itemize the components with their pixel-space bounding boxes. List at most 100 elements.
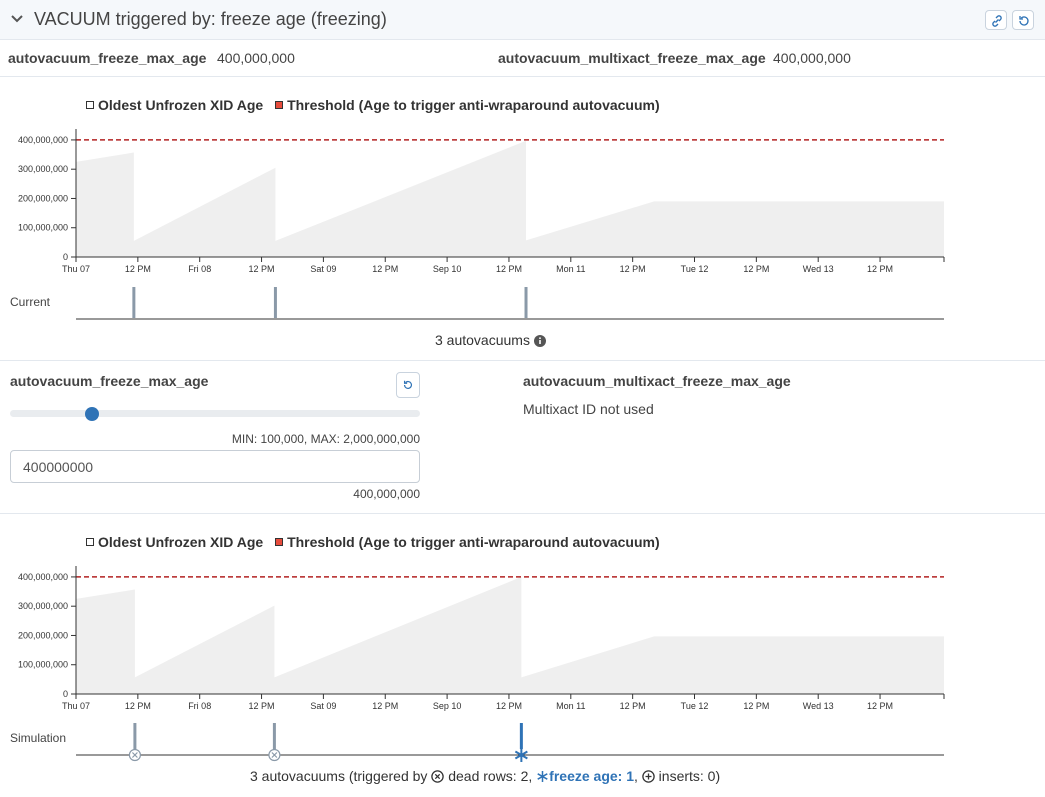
- legend-item-xid-age[interactable]: Oldest Unfrozen XID Age: [86, 534, 263, 550]
- inserts-icon: [642, 770, 655, 783]
- xid-age-chart-simulation: 0 100,000,000 200,000,000 300,000,000 400,00…: [10, 566, 945, 762]
- link-icon: [992, 15, 1002, 27]
- x-tick-label: Sat 09: [310, 264, 336, 274]
- y-tick-label: 0: [63, 689, 68, 699]
- x-tick-label: Tue 12: [681, 701, 709, 711]
- reset-icon: [403, 380, 412, 389]
- inserts-count: inserts: 0): [658, 768, 721, 784]
- y-tick-label: 300,000,000: [18, 601, 68, 611]
- dead-rows-icon: [128, 748, 141, 762]
- freeze-setting-label: autovacuum_freeze_max_age: [10, 373, 209, 389]
- params-row: autovacuum_freeze_max_age 400,000,000 au…: [0, 40, 1045, 77]
- section-header: VACUUM triggered by: freeze age (freezin…: [0, 0, 1045, 40]
- x-tick-label: Sat 09: [310, 701, 336, 711]
- dead-rows-icon: [431, 770, 445, 783]
- x-tick-label: 12 PM: [249, 264, 275, 274]
- simulation-autovacuum-summary: 3 autovacuums (triggered by dead rows: 2…: [250, 768, 720, 784]
- freeze-age-input[interactable]: [10, 450, 420, 483]
- xid-age-chart-current: 0 100,000,000 200,000,000 300,000,000 400,00…: [10, 129, 945, 320]
- x-tick-label: 12 PM: [496, 701, 522, 711]
- legend-swatch: [86, 101, 94, 110]
- info-icon[interactable]: [533, 335, 546, 347]
- y-tick-label: 200,000,000: [18, 630, 68, 640]
- x-tick-label: 12 PM: [372, 701, 398, 711]
- autovacuum-marker: [524, 287, 528, 318]
- separator: ,: [634, 768, 638, 784]
- section-title: VACUUM triggered by: freeze age (freezin…: [34, 9, 387, 29]
- x-tick-label: 12 PM: [125, 701, 151, 711]
- y-tick-label: 200,000,000: [18, 193, 68, 203]
- autovacuum-row-label: Current: [10, 295, 51, 309]
- xid-age-area: [76, 140, 944, 257]
- summary-text: 3 autovacuums: [435, 332, 530, 348]
- x-tick-label: 12 PM: [249, 701, 275, 711]
- divider: [0, 513, 1045, 514]
- x-tick-label: 12 PM: [620, 701, 646, 711]
- freeze-param-name: autovacuum_freeze_max_age: [8, 50, 207, 66]
- y-tick-label: 400,000,000: [18, 135, 68, 145]
- summary-prefix: 3 autovacuums (triggered by: [250, 768, 428, 784]
- formatted-value: 400,000,000: [353, 487, 420, 501]
- multixact-param-value: 400,000,000: [773, 50, 851, 66]
- x-tick-label: Wed 13: [803, 264, 834, 274]
- legend-item-xid-age[interactable]: Oldest Unfrozen XID Age: [86, 97, 263, 113]
- legend-item-threshold[interactable]: Threshold (Age to trigger anti-wraparoun…: [275, 534, 660, 550]
- autovacuum-marker-dead-rows: [133, 723, 137, 749]
- link-button[interactable]: [985, 10, 1007, 30]
- current-autovacuum-summary: 3 autovacuums: [435, 332, 546, 348]
- autovacuum-row-label: Simulation: [10, 731, 66, 745]
- y-tick-label: 0: [63, 252, 68, 262]
- x-tick-label: 12 PM: [867, 264, 893, 274]
- divider: [0, 360, 1045, 361]
- chart-legend-simulation: Oldest Unfrozen XID Age Threshold (Age t…: [86, 534, 668, 550]
- reset-icon: [1019, 16, 1029, 26]
- x-tick-label: 12 PM: [743, 701, 769, 711]
- autovacuum-marker: [273, 287, 277, 318]
- xid-age-area: [76, 576, 944, 694]
- legend-swatch: [275, 101, 284, 110]
- x-tick-label: Thu 07: [62, 264, 90, 274]
- legend-label: Threshold (Age to trigger anti-wraparoun…: [287, 534, 660, 550]
- dead-rows-count: dead rows: 2,: [448, 768, 533, 784]
- autovacuum-marker-freeze: [519, 723, 523, 749]
- legend-label: Threshold (Age to trigger anti-wraparoun…: [287, 97, 660, 113]
- x-tick-label: 12 PM: [372, 264, 398, 274]
- chevron-down-icon[interactable]: [10, 12, 24, 31]
- x-tick-label: Fri 08: [188, 264, 211, 274]
- x-tick-label: 12 PM: [743, 264, 769, 274]
- autovacuum-marker: [132, 287, 136, 318]
- legend-swatch: [86, 538, 94, 547]
- x-tick-label: Tue 12: [681, 264, 709, 274]
- x-tick-label: Sep 10: [433, 264, 462, 274]
- chart-legend-current: Oldest Unfrozen XID Age Threshold (Age t…: [86, 97, 668, 113]
- reset-button[interactable]: [1012, 10, 1034, 30]
- legend-swatch: [275, 538, 284, 547]
- x-tick-label: 12 PM: [125, 264, 151, 274]
- x-tick-label: Sep 10: [433, 701, 462, 711]
- freeze-slider-thumb[interactable]: [84, 407, 99, 421]
- snowflake-icon: [537, 771, 548, 782]
- autovacuum-marker-dead-rows: [272, 723, 276, 749]
- y-tick-label: 100,000,000: [18, 223, 68, 233]
- x-tick-label: Thu 07: [62, 701, 90, 711]
- freeze-slider-track[interactable]: [10, 410, 420, 417]
- reset-setting-button[interactable]: [396, 372, 420, 398]
- legend-label: Oldest Unfrozen XID Age: [98, 534, 264, 550]
- x-tick-label: 12 PM: [496, 264, 522, 274]
- x-tick-label: Mon 11: [556, 264, 585, 274]
- dead-rows-icon: [268, 748, 281, 762]
- x-tick-label: Mon 11: [556, 701, 585, 711]
- multixact-note: Multixact ID not used: [523, 401, 654, 417]
- legend-item-threshold[interactable]: Threshold (Age to trigger anti-wraparoun…: [275, 97, 660, 113]
- x-tick-label: Fri 08: [188, 701, 211, 711]
- legend-label: Oldest Unfrozen XID Age: [98, 97, 264, 113]
- slider-minmax: MIN: 100,000, MAX: 2,000,000,000: [231, 432, 420, 446]
- y-tick-label: 300,000,000: [18, 164, 68, 174]
- freeze-age-count: freeze age: 1: [549, 768, 634, 784]
- y-tick-label: 400,000,000: [18, 572, 68, 582]
- y-tick-label: 100,000,000: [18, 660, 68, 670]
- multixact-param-name: autovacuum_multixact_freeze_max_age: [498, 50, 766, 66]
- freeze-param-value: 400,000,000: [217, 50, 295, 66]
- x-tick-label: 12 PM: [620, 264, 646, 274]
- x-tick-label: 12 PM: [867, 701, 893, 711]
